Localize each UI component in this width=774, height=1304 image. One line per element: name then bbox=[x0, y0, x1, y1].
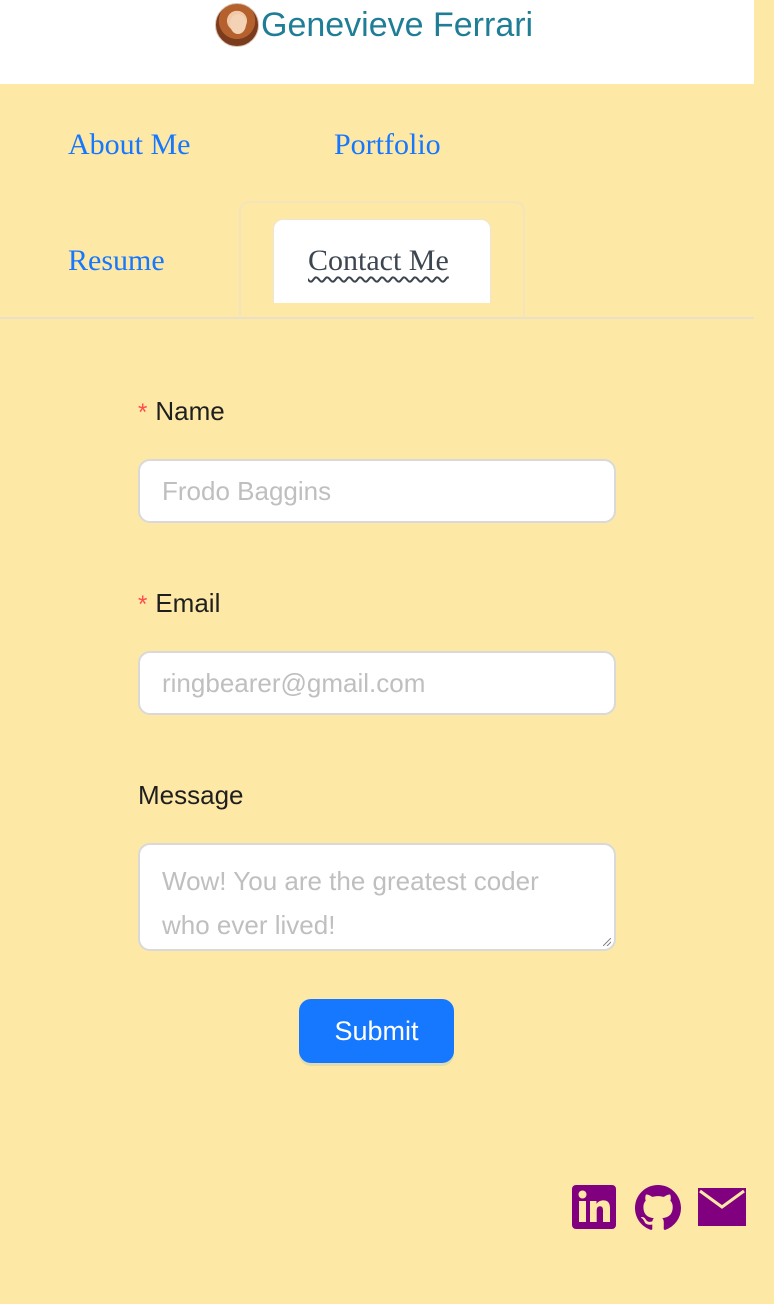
nav-about-me[interactable]: About Me bbox=[68, 127, 191, 163]
name-label: * Name bbox=[138, 396, 225, 426]
name-placeholder: Frodo Baggins bbox=[162, 475, 332, 506]
email-label: * Email bbox=[138, 588, 221, 618]
avatar bbox=[215, 3, 259, 47]
nav-resume[interactable]: Resume bbox=[68, 243, 165, 279]
email-input[interactable]: ringbearer@gmail.com bbox=[138, 651, 616, 715]
message-textarea[interactable]: Wow! You are the greatest coder who ever… bbox=[138, 843, 616, 951]
tab-divider bbox=[0, 317, 754, 319]
site-title: Genevieve Ferrari bbox=[261, 6, 534, 44]
name-input[interactable]: Frodo Baggins bbox=[138, 459, 616, 523]
email-placeholder: ringbearer@gmail.com bbox=[162, 667, 426, 698]
message-label: Message bbox=[138, 780, 244, 810]
required-marker: * bbox=[138, 399, 148, 426]
message-placeholder: Wow! You are the greatest coder who ever… bbox=[162, 866, 539, 940]
tab-contact-me-label: Contact Me bbox=[308, 244, 449, 277]
linkedin-icon[interactable] bbox=[572, 1185, 616, 1234]
required-marker: * bbox=[138, 591, 148, 618]
brand[interactable]: Genevieve Ferrari bbox=[215, 3, 533, 47]
site-header: Genevieve Ferrari bbox=[0, 0, 754, 84]
github-icon[interactable] bbox=[635, 1185, 681, 1236]
tab-contact-me[interactable]: Contact Me bbox=[273, 219, 491, 303]
nav-portfolio[interactable]: Portfolio bbox=[334, 127, 441, 163]
submit-button[interactable]: Submit bbox=[299, 999, 454, 1063]
mail-icon[interactable] bbox=[698, 1188, 746, 1231]
resize-handle[interactable] bbox=[603, 938, 611, 946]
